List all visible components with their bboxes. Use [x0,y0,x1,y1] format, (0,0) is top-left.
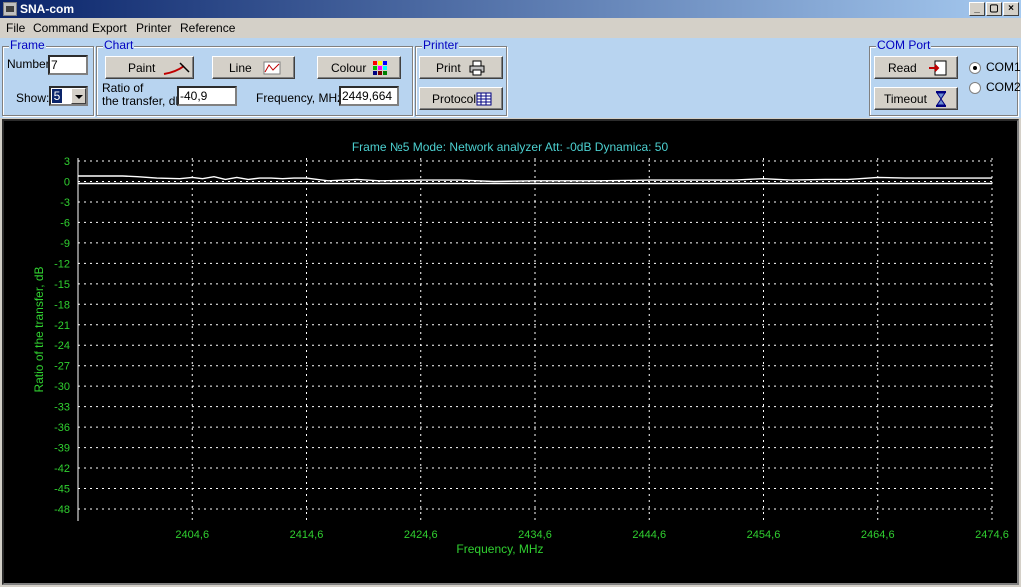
y-axis-title: Ratio of the transfer, dB [32,266,46,392]
menu-printer[interactable]: Printer [136,21,171,35]
frequency-value-field[interactable]: 2449,664 [339,86,399,106]
menu-command[interactable]: Command [33,21,88,35]
ratio-label-line1: Ratio of [102,81,144,95]
x-tick-label: 2424,6 [404,529,438,541]
frame-show-select[interactable]: 5 [49,86,88,106]
frequency-response-chart[interactable]: Frame №5 Mode: Network analyzer Att: -0d… [4,121,1017,583]
read-button[interactable]: Read [874,56,958,79]
menu-bar: File Command Export Printer Reference [0,18,1021,38]
y-tick-label: -24 [54,340,70,352]
frame-number-label: Number: [7,57,54,71]
com2-radio[interactable] [969,82,981,94]
minimize-button[interactable]: _ [969,2,985,16]
line-button-label: Line [229,61,252,75]
paint-button-label: Paint [128,61,156,75]
y-tick-label: -42 [54,463,70,475]
menu-export[interactable]: Export [92,21,127,35]
x-axis-title: Frequency, MHz [456,542,543,556]
menu-reference[interactable]: Reference [180,21,235,35]
x-tick-label: 2414,6 [290,529,324,541]
colour-button[interactable]: Colour [317,56,401,79]
colour-button-label: Colour [331,61,367,75]
title-bar[interactable]: SNA-com _ ▢ × [0,0,1021,18]
line-chart-icon [263,61,281,75]
y-tick-label: -21 [54,320,70,332]
y-tick-label: -36 [54,422,70,434]
colour-palette-icon [373,61,387,75]
com1-radio[interactable] [969,62,981,74]
y-tick-label: -48 [54,504,70,516]
y-tick-label: -27 [54,361,70,373]
hourglass-icon [936,91,946,107]
printer-group-legend: Printer [422,38,460,52]
timeout-button-label: Timeout [884,92,927,106]
ratio-label-line2: the transfer, dB: [102,94,187,108]
x-tick-label: 2454,6 [747,529,781,541]
ratio-value-field[interactable]: -40,9 [177,86,237,106]
chart-title: Frame №5 Mode: Network analyzer Att: -0d… [352,140,669,154]
app-window: SNA-com _ ▢ × File Command Export Printe… [0,0,1021,587]
com1-label[interactable]: COM1 [986,60,1021,74]
app-icon [3,2,17,16]
chart-group-legend: Chart [103,38,135,52]
timeout-button[interactable]: Timeout [874,87,958,110]
y-tick-label: -15 [54,279,70,291]
x-tick-label: 2444,6 [632,529,666,541]
x-tick-label: 2464,6 [861,529,895,541]
y-tick-label: 0 [64,176,70,188]
frequency-label: Frequency, MHz: [256,91,347,105]
print-button[interactable]: Print [419,56,503,79]
printer-icon [469,60,485,76]
paint-button[interactable]: Paint [105,56,194,79]
x-tick-label: 2474,6 [975,529,1009,541]
line-button[interactable]: Line [212,56,295,79]
table-grid-icon [476,92,492,106]
x-tick-label: 2404,6 [175,529,209,541]
y-tick-label: -9 [60,238,70,250]
frame-number-input[interactable]: 7 [48,55,88,75]
y-tick-label: -33 [54,402,70,414]
protocol-button[interactable]: Protocol [419,87,503,110]
maximize-button[interactable]: ▢ [986,2,1002,16]
frame-show-value: 5 [52,89,62,103]
y-tick-label: -30 [54,381,70,393]
read-document-icon [929,60,947,76]
paint-brush-icon [163,62,190,75]
y-tick-label: -6 [60,217,70,229]
y-tick-label: -39 [54,443,70,455]
protocol-button-label: Protocol [432,92,477,106]
y-tick-label: -12 [54,258,70,270]
close-button[interactable]: × [1003,2,1019,16]
y-tick-label: -18 [54,299,70,311]
menu-file[interactable]: File [6,21,25,35]
print-button-label: Print [436,61,461,75]
y-tick-label: -3 [60,197,70,209]
com2-label[interactable]: COM2 [986,80,1021,94]
chevron-down-icon[interactable] [71,88,86,104]
frame-show-label: Show: [16,91,50,105]
window-title: SNA-com [20,2,75,16]
read-button-label: Read [888,61,917,75]
x-tick-label: 2434,6 [518,529,552,541]
frame-group-legend: Frame [9,38,46,52]
com-port-group-legend: COM Port [876,38,932,52]
chart-panel: Frame №5 Mode: Network analyzer Att: -0d… [2,119,1019,585]
toolbar-panel: Frame Number: 7 Show: 5 Chart Paint Line [0,38,1021,118]
y-tick-label: 3 [64,156,70,168]
y-tick-label: -45 [54,484,70,496]
